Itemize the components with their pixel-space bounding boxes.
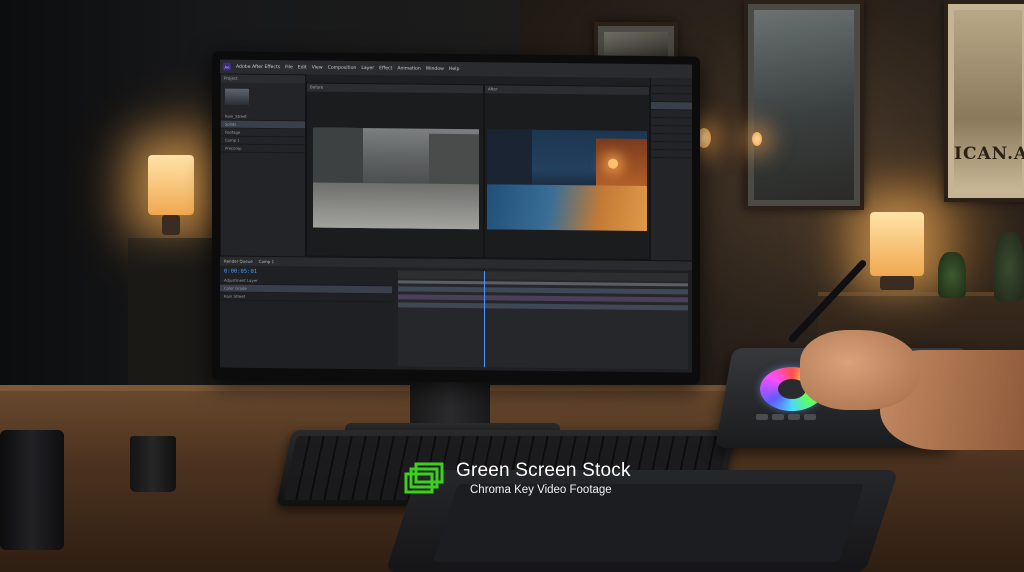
app-logo-icon: Ae [223,62,231,71]
controller-button [772,414,784,420]
work-area-bar[interactable] [398,280,688,287]
poster-right: ICAN.A [944,0,1024,202]
timeline-panel: Render Queue Comp 1 0:00:05:01 Adjustmen… [220,255,692,373]
hand [800,330,920,410]
watermark-title: Green Screen Stock [456,460,631,481]
green-screen-logo-icon [404,462,444,494]
before-frame [313,127,479,230]
effects-panel [650,78,692,261]
layer-bar[interactable] [398,294,688,303]
menu-view[interactable]: View [312,65,323,70]
timeline-tracks[interactable] [398,270,688,370]
menu-file[interactable]: File [285,65,293,70]
potted-plant [938,252,966,298]
footage-thumbnail [225,88,249,105]
menu-composition[interactable]: Composition [328,65,357,70]
viewer-after: After [484,84,650,261]
watermark-subtitle: Chroma Key Video Footage [470,484,612,496]
menu-effect[interactable]: Effect [379,66,392,71]
photo-scene: ICAN.A Ae Adobe After Effects File Edit … [0,0,1024,572]
menu-edit[interactable]: Edit [298,65,307,70]
time-ruler[interactable] [398,270,688,282]
project-item[interactable]: Precomp [221,144,305,154]
after-frame [487,129,647,232]
viewer-after-label: After [485,85,649,96]
vase [994,232,1024,302]
cup [130,436,176,492]
wall-sconce-2 [752,132,762,146]
viewer-before-label: Before [307,83,483,94]
menu-help[interactable]: Help [449,66,459,71]
controller-button [788,414,800,420]
viewer-before: Before [306,82,484,259]
monitor: Ae Adobe After Effects File Edit View Co… [212,51,700,385]
effects-row[interactable] [651,150,692,159]
menu-window[interactable]: Window [426,66,444,71]
playhead[interactable] [484,271,485,368]
layer-bar[interactable] [398,302,688,311]
watermark: Green Screen Stock Chroma Key Video Foot… [404,460,644,500]
controller-button [804,414,816,420]
camera-lens [0,430,64,550]
controller-button [756,414,768,420]
tab-comp[interactable]: Comp 1 [259,259,275,264]
layer-row[interactable]: Rain Street [220,292,392,303]
tab-render-queue[interactable]: Render Queue [224,259,253,264]
layer-list: Adjustment Layer Color Grade Rain Street [220,276,392,303]
window-title: Adobe After Effects [236,64,281,70]
menu-animation[interactable]: Animation [397,66,420,71]
poster-middle [744,0,864,210]
menu-layer[interactable]: Layer [361,66,374,71]
layer-bar[interactable] [398,286,688,295]
poster-caption: ICAN.A [954,144,1024,164]
monitor-screen: Ae Adobe After Effects File Edit View Co… [220,59,692,373]
timecode[interactable]: 0:00:05:01 [224,269,257,275]
project-panel: Project Rain_Street Solids Footage Comp … [220,73,306,259]
